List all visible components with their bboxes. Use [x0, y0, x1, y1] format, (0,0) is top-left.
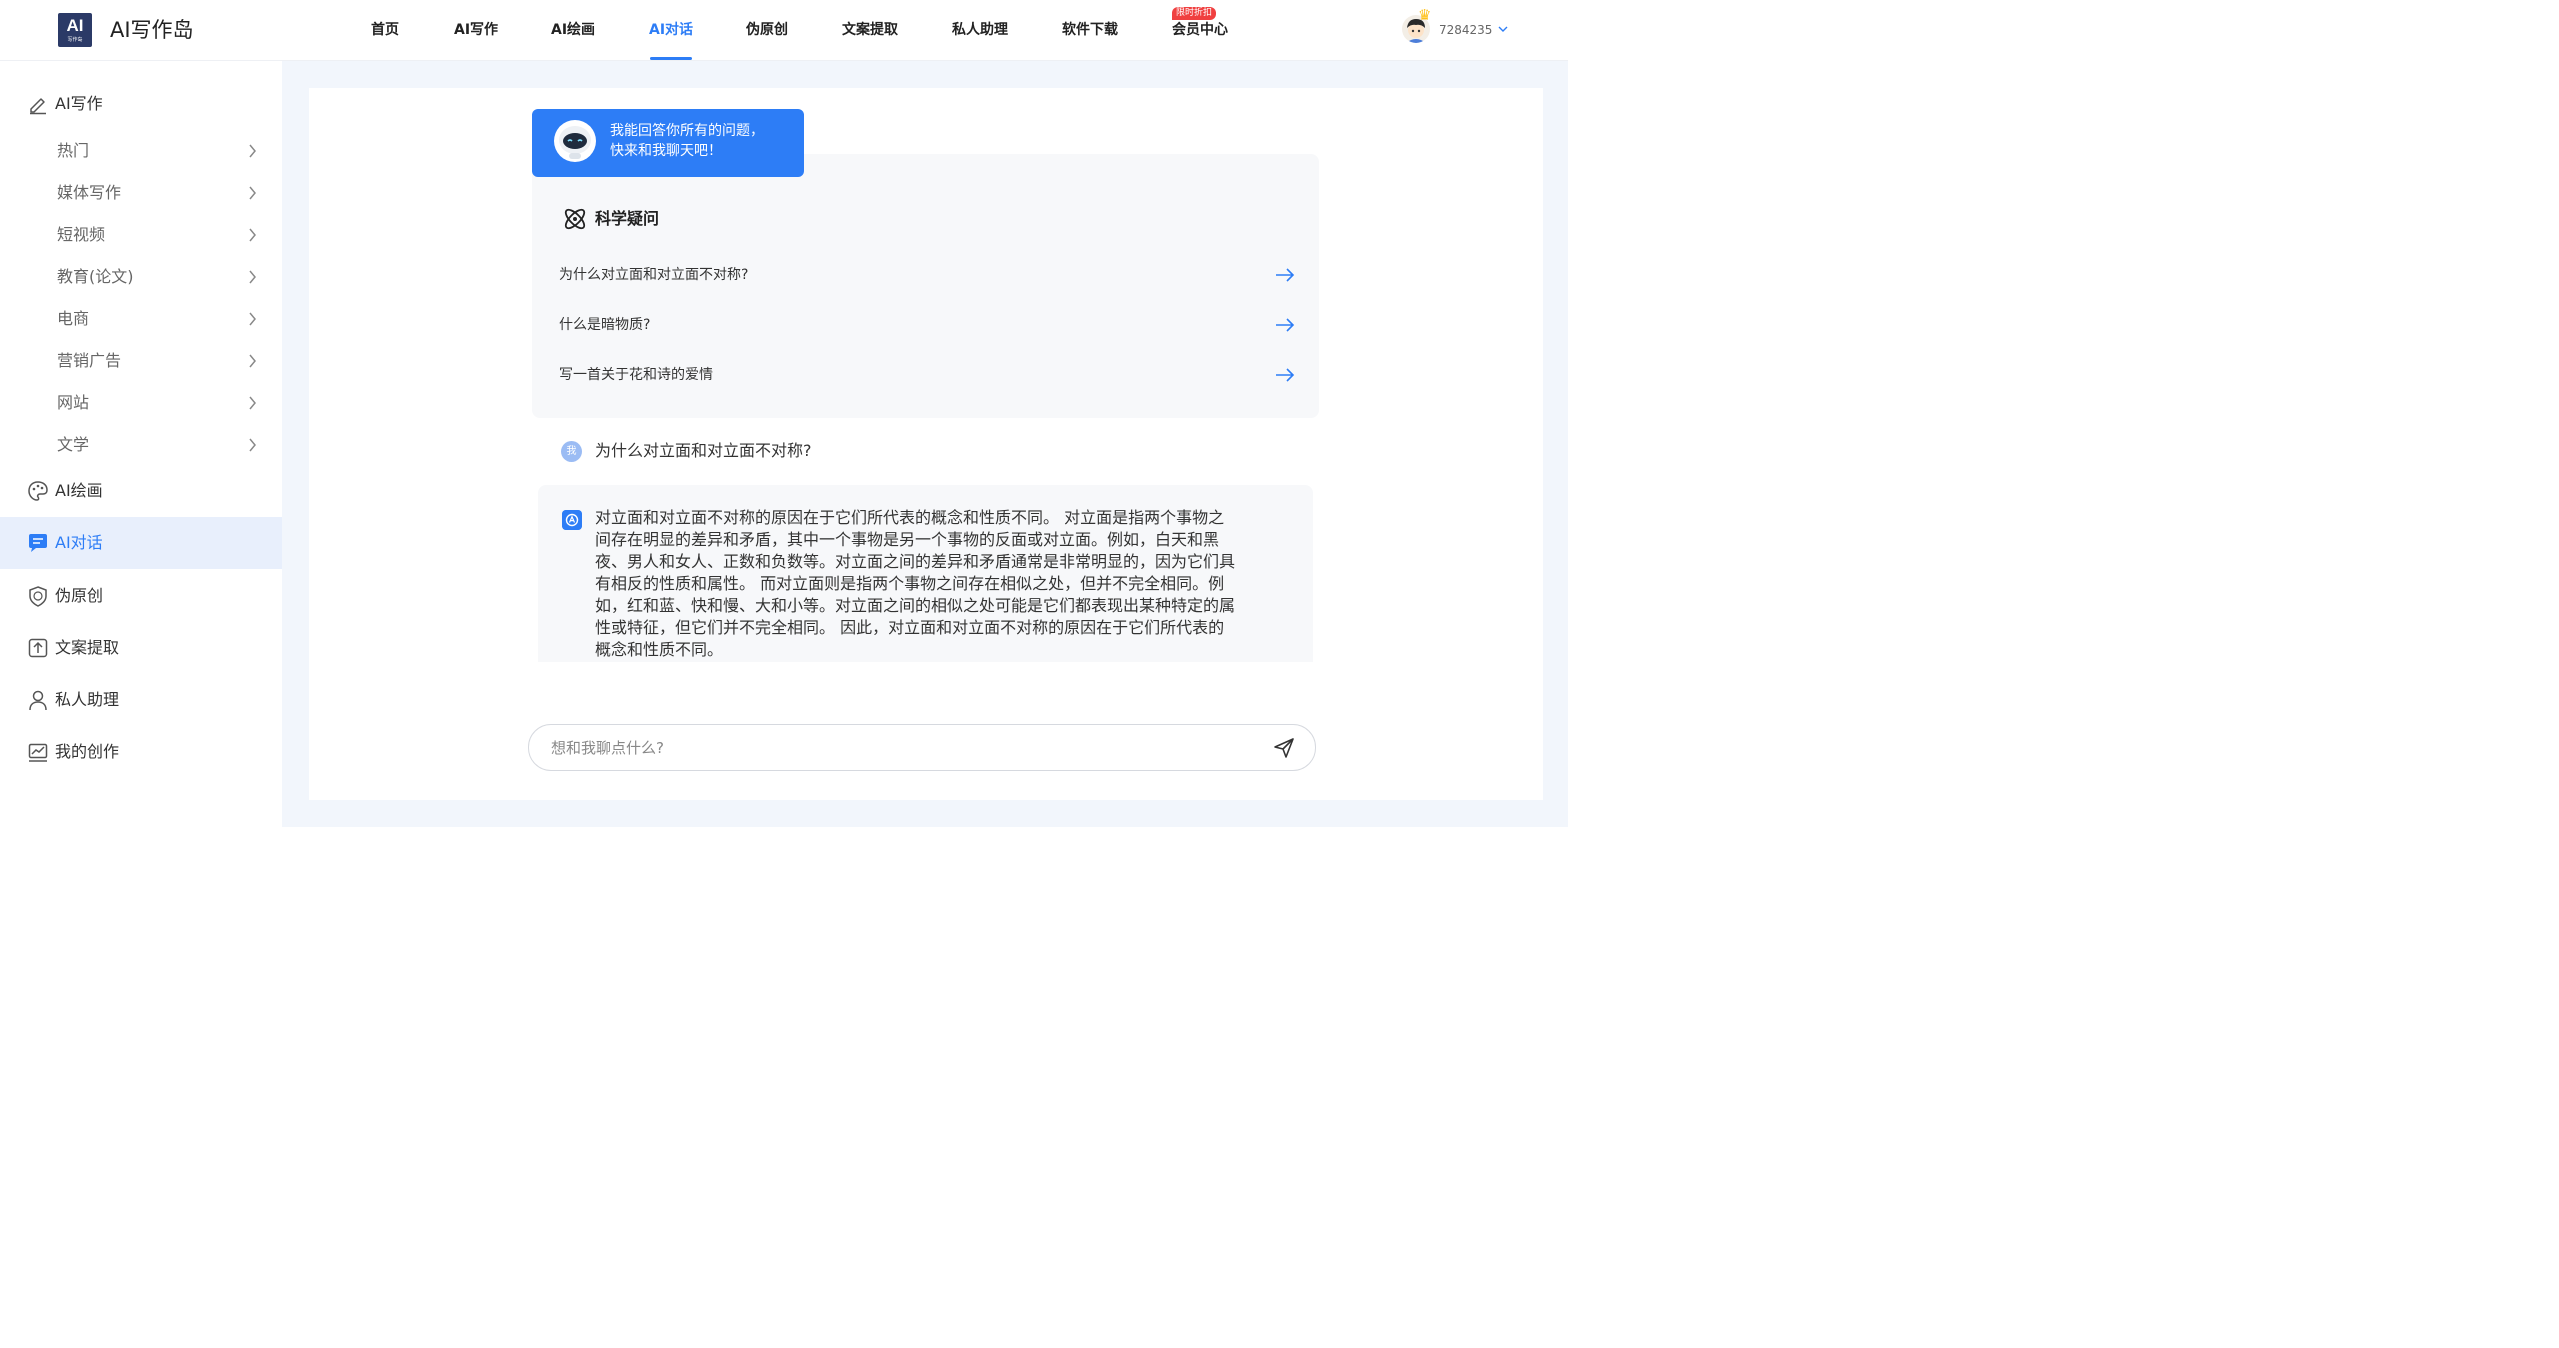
- sidebar-item-ai-chat[interactable]: AI对话: [0, 517, 282, 569]
- arrow-right-icon: [1276, 268, 1295, 282]
- nav-text-extraction[interactable]: 文案提取: [842, 0, 898, 60]
- nav-personal-assistant[interactable]: 私人助理: [952, 0, 1008, 60]
- discount-badge: 限时折扣: [1172, 7, 1217, 20]
- nav-pseudo-original[interactable]: 伪原创: [746, 0, 788, 60]
- question-text: 为什么对立面和对立面不对称?: [559, 267, 749, 283]
- bot-greeting-line: 我能回答你所有的问题，: [610, 123, 764, 139]
- chevron-right-icon: [249, 354, 256, 368]
- top-navigation-bar: AI 写作岛 AI写作岛 首页 AI写作 AI绘画 AI对话 伪原创 文案提取 …: [0, 0, 1568, 61]
- app-window: AI 写作岛 AI写作岛 首页 AI写作 AI绘画 AI对话 伪原创 文案提取 …: [0, 0, 1568, 827]
- sidebar-item-label: AI写作: [55, 94, 103, 113]
- chevron-right-icon: [249, 312, 256, 326]
- nav-home[interactable]: 首页: [371, 0, 399, 60]
- app-logo[interactable]: AI 写作岛: [58, 13, 92, 47]
- sidebar-sub-label: 短视频: [57, 225, 106, 244]
- chat-input-box: [528, 724, 1316, 771]
- sidebar-sub-website[interactable]: 网站: [0, 382, 282, 424]
- sidebar-item-text-extraction[interactable]: 文案提取: [0, 622, 282, 674]
- sidebar-sub-literature[interactable]: 文学: [0, 424, 282, 466]
- chat-input[interactable]: [549, 733, 1243, 763]
- sidebar-item-ai-painting[interactable]: AI绘画: [0, 465, 282, 517]
- question-text: 写一首关于花和诗的爱情: [559, 367, 713, 383]
- chevron-down-icon[interactable]: [1498, 25, 1508, 33]
- sidebar-item-label: 文案提取: [55, 638, 120, 657]
- chat-icon: [29, 534, 47, 552]
- sidebar-item-label: 我的创作: [55, 742, 120, 761]
- ai-answer-card: 对立面和对立面不对称的原因在于它们所代表的概念和性质不同。 对立面是指两个事物之…: [538, 485, 1313, 662]
- sidebar-item-my-creations[interactable]: 我的创作: [0, 726, 282, 778]
- sidebar-item-label: AI对话: [55, 533, 103, 552]
- sidebar-sub-label: 营销广告: [57, 351, 122, 370]
- app-title: AI写作岛: [110, 18, 194, 42]
- upload-icon: [28, 638, 48, 658]
- topic-title: 科学疑问: [595, 209, 660, 228]
- bot-greeting-line: 快来和我聊天吧！: [610, 143, 722, 159]
- robot-icon: [559, 126, 591, 159]
- sidebar-item-label: AI绘画: [55, 481, 103, 500]
- chevron-right-icon: [249, 228, 256, 242]
- pen-icon: [30, 98, 46, 115]
- sidebar-item-ai-writing[interactable]: AI写作: [0, 78, 282, 130]
- chevron-right-icon: [249, 186, 256, 200]
- crown-icon: ♛: [1418, 6, 1432, 24]
- bot-greeting-banner: 我能回答你所有的问题， 快来和我聊天吧！: [532, 109, 804, 177]
- user-message: 为什么对立面和对立面不对称?: [595, 441, 812, 460]
- suggested-question[interactable]: 为什么对立面和对立面不对称?: [559, 259, 1296, 291]
- robot-avatar: [554, 120, 596, 162]
- sidebar-sub-ecommerce[interactable]: 电商: [0, 298, 282, 340]
- person-icon: [29, 690, 47, 711]
- sidebar-item-pseudo-original[interactable]: 伪原创: [0, 570, 282, 622]
- ai-answer-text: 对立面和对立面不对称的原因在于它们所代表的概念和性质不同。 对立面是指两个事物之…: [595, 508, 1236, 659]
- sidebar-sub-media-writing[interactable]: 媒体写作: [0, 172, 282, 214]
- user-message-avatar: 我: [561, 441, 582, 462]
- sidebar-sub-hot[interactable]: 热门: [0, 130, 282, 172]
- nav-ai-chat[interactable]: AI对话: [649, 0, 693, 60]
- arrow-right-icon: [1276, 318, 1295, 332]
- arrow-right-icon: [1276, 368, 1295, 382]
- sidebar-sub-short-video[interactable]: 短视频: [0, 214, 282, 256]
- sidebar-sub-label: 文学: [57, 435, 90, 454]
- sidebar-sub-education[interactable]: 教育(论文): [0, 256, 282, 298]
- atom-icon: [564, 208, 586, 230]
- sidebar-sub-label: 热门: [57, 141, 90, 160]
- sidebar-item-label: 私人助理: [55, 690, 120, 709]
- sidebar-sub-marketing[interactable]: 营销广告: [0, 340, 282, 382]
- sidebar-sub-label: 电商: [57, 309, 90, 328]
- suggested-question[interactable]: 什么是暗物质?: [559, 309, 1296, 341]
- palette-icon: [28, 481, 48, 501]
- chart-icon: [28, 743, 48, 762]
- sidebar-sub-label: 网站: [57, 393, 90, 412]
- shield-icon: [29, 586, 47, 607]
- send-icon[interactable]: [1272, 736, 1296, 760]
- ai-logo-icon: [562, 510, 582, 530]
- sidebar-item-label: 伪原创: [55, 586, 104, 605]
- suggested-question[interactable]: 写一首关于花和诗的爱情: [559, 359, 1296, 391]
- nav-software-download[interactable]: 软件下载: [1062, 0, 1118, 60]
- chevron-right-icon: [249, 438, 256, 452]
- chevron-right-icon: [249, 396, 256, 410]
- sidebar-sub-label: 媒体写作: [57, 183, 122, 202]
- sidebar-item-personal-assistant[interactable]: 私人助理: [0, 674, 282, 726]
- nav-ai-painting[interactable]: AI绘画: [551, 0, 595, 60]
- bot-greeting-text: 我能回答你所有的问题， 快来和我聊天吧！: [610, 121, 790, 161]
- sidebar-sub-label: 教育(论文): [57, 267, 134, 286]
- chevron-right-icon: [249, 144, 256, 158]
- user-id: 7284235: [1439, 23, 1493, 37]
- sidebar: AI写作 热门 媒体写作 短视频 教育(论文) 电商 营销广告 网站 文学 AI…: [0, 61, 282, 827]
- question-text: 什么是暗物质?: [559, 317, 651, 333]
- chevron-right-icon: [249, 270, 256, 284]
- nav-ai-writing[interactable]: AI写作: [454, 0, 498, 60]
